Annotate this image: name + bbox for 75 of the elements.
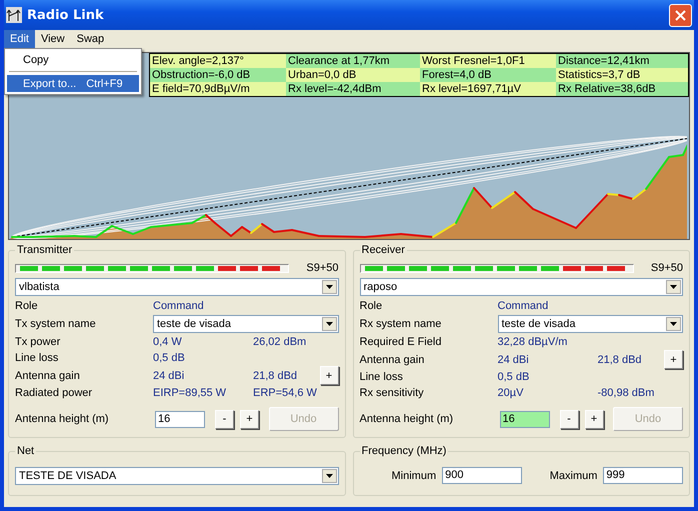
menu-item[interactable]: Swap <box>70 30 110 48</box>
table-cell: Elev. angle=2,137° <box>150 54 286 68</box>
station-dropdown[interactable]: raposo <box>360 278 683 296</box>
window-title: Radio Link <box>27 8 104 22</box>
field-label: Maximum <box>550 468 598 484</box>
maximum-input[interactable]: 999 <box>603 467 683 484</box>
field-label: Role <box>360 299 384 314</box>
table-cell: Worst Fresnel=1,0F1 <box>420 54 556 68</box>
close-icon <box>675 10 686 20</box>
shortcut-label: Ctrl+F9 <box>86 78 123 90</box>
field-label: Antenna height (m) <box>15 412 110 427</box>
field-value: 21,8 dBd <box>253 370 298 382</box>
field-label: Antenna gain <box>15 368 81 384</box>
table-cell: Urban=0,0 dB <box>286 68 420 82</box>
field-value: ERP=54,6 W <box>253 387 318 399</box>
field-value: 24 dBi <box>498 354 530 366</box>
field-label: Role <box>15 299 39 314</box>
group-title: Transmitter <box>16 244 74 256</box>
signal-reading: S9+50 <box>650 262 683 274</box>
group-title: Receiver <box>360 244 406 256</box>
table-cell: Rx level=-42,4dBm <box>286 82 420 96</box>
field-value: 0,4 W <box>153 336 183 348</box>
field-label: Tx system name <box>15 317 97 332</box>
plus-button[interactable]: + <box>664 350 683 369</box>
table-cell: Obstruction=-6,0 dB <box>150 68 286 82</box>
field-label: Rx sensitivity <box>360 386 425 401</box>
table-cell: Rx level=1697,71µV <box>420 82 556 96</box>
field-label: Required E Field <box>360 335 442 350</box>
plus-button[interactable]: + <box>240 410 259 428</box>
signal-reading: S9+50 <box>306 262 338 274</box>
table-cell: Clearance at 1,77km <box>286 54 420 68</box>
field-label: Rx system name <box>360 317 442 332</box>
field-value: 26,02 dBm <box>253 336 308 348</box>
system-dropdown[interactable]: teste de visada <box>153 315 338 333</box>
field-label: Minimum <box>392 468 436 484</box>
field-label: Antenna height (m) <box>360 412 454 427</box>
table-cell: Statistics=3,7 dB <box>556 68 688 82</box>
plus-button[interactable]: + <box>320 366 338 385</box>
field-label: Line loss <box>15 351 60 366</box>
field-value: 24 dBi <box>153 370 186 382</box>
field-label: Tx power <box>15 335 62 350</box>
field-label: Line loss <box>360 370 404 385</box>
net-dropdown[interactable]: TESTE DE VISADA <box>15 467 338 485</box>
field-value: 32,28 dBµV/m <box>498 336 568 348</box>
field-value: 0,5 dB <box>153 352 186 364</box>
antenna-height-input[interactable]: 16 <box>155 410 205 428</box>
close-button[interactable] <box>669 4 692 26</box>
table-cell: Forest=4,0 dB <box>420 68 556 82</box>
field-value: Command <box>498 300 550 312</box>
plus-button[interactable]: + <box>584 410 604 428</box>
field-label: Radiated power <box>15 386 94 401</box>
group-title: Net <box>16 445 36 457</box>
field-value: EIRP=89,55 W <box>153 387 228 399</box>
field-value: -80,98 dBm <box>598 387 656 399</box>
menu-item-label: Copy <box>23 54 49 66</box>
antenna-height-input[interactable]: 16 <box>500 410 550 428</box>
menu-item[interactable]: Edit <box>4 30 35 48</box>
minimum-input[interactable]: 900 <box>442 467 522 484</box>
antenna-icon <box>6 7 22 23</box>
menu-item[interactable]: Export to... Ctrl+F9 <box>7 75 139 92</box>
field-value: 20µV <box>498 387 524 399</box>
group-title: Frequency (MHz) <box>360 445 448 457</box>
field-value: Command <box>153 300 205 312</box>
menu-item[interactable]: View <box>34 30 71 48</box>
table-cell: E field=70,9dBµV/m <box>150 82 286 96</box>
table-cell: Distance=12,41km <box>556 54 688 68</box>
field-label: Antenna gain <box>360 352 426 368</box>
field-value: 21,8 dBd <box>598 354 643 366</box>
station-dropdown[interactable]: vlbatista <box>15 278 338 296</box>
field-value: 0,5 dB <box>498 371 530 383</box>
menu-item-label: Export to... <box>23 78 76 90</box>
minus-button[interactable]: - <box>560 410 578 428</box>
system-dropdown[interactable]: teste de visada <box>498 315 683 333</box>
table-cell: Rx Relative=38,6dB <box>556 82 688 96</box>
minus-button[interactable]: - <box>215 410 234 428</box>
